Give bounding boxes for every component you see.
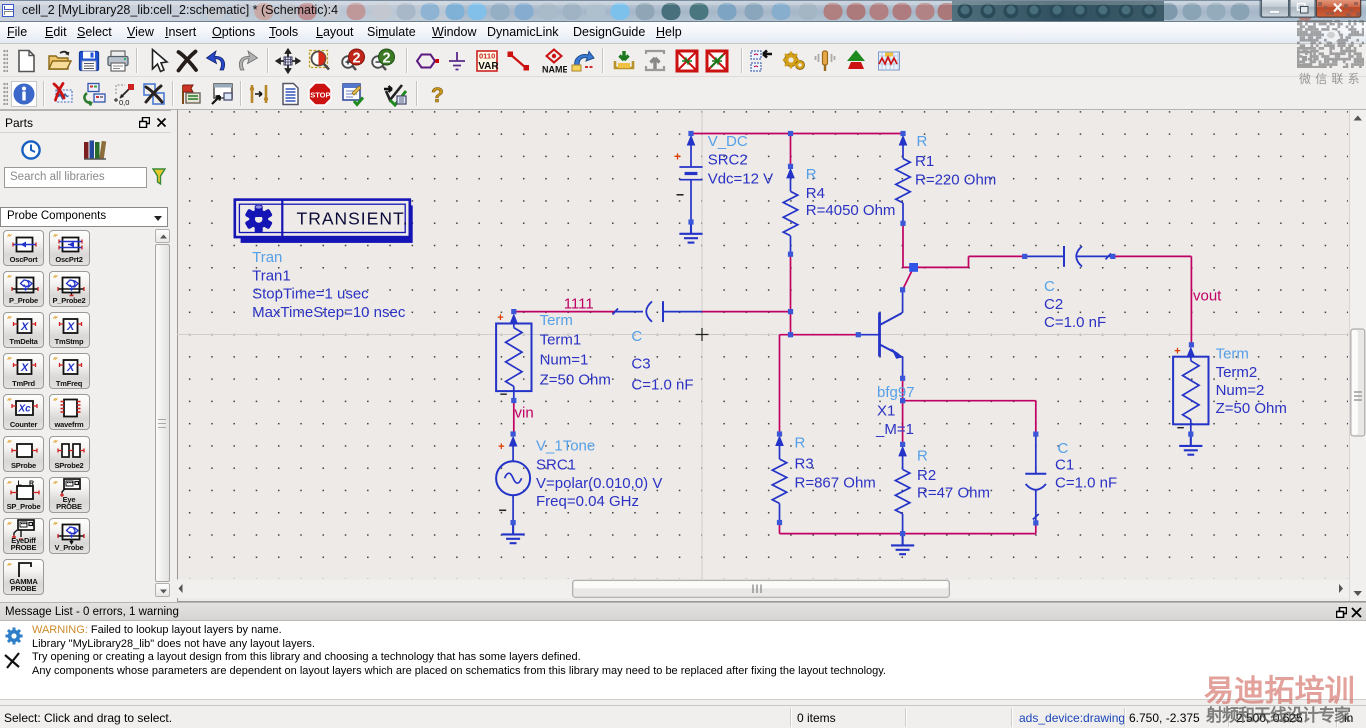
svg-text:Tran: Tran <box>252 249 282 266</box>
svg-text:−: − <box>499 502 507 518</box>
svg-text:R: R <box>917 133 928 150</box>
svg-text:X1: X1 <box>877 403 895 420</box>
svg-text:Tran1: Tran1 <box>252 267 291 284</box>
svg-text:C2: C2 <box>1044 296 1063 313</box>
svg-text:Term2: Term2 <box>1216 364 1258 381</box>
svg-text:R4: R4 <box>806 185 825 202</box>
svg-text:V_1Tone: V_1Tone <box>536 438 595 455</box>
svg-text:C3: C3 <box>631 356 650 373</box>
svg-text:Num=1: Num=1 <box>540 351 589 368</box>
svg-text:Vdc=12 V: Vdc=12 V <box>708 171 773 188</box>
svg-text:C=1.0 nF: C=1.0 nF <box>631 377 693 394</box>
svg-text:V_DC: V_DC <box>708 133 748 150</box>
svg-text:X: X <box>20 321 29 333</box>
svg-text:vout: vout <box>1193 288 1222 305</box>
svg-text:StopTime=1 usec: StopTime=1 usec <box>252 286 369 303</box>
svg-text:R: R <box>795 435 806 452</box>
svg-text:SRC1: SRC1 <box>536 457 576 474</box>
svg-text:Xc: Xc <box>18 404 32 415</box>
svg-text:R2: R2 <box>917 467 936 484</box>
svg-text:TRANSIENT.: TRANSIENT. <box>297 209 409 229</box>
svg-text:Freq=0.04 GHz: Freq=0.04 GHz <box>536 493 639 510</box>
svg-text:vin: vin <box>515 405 534 422</box>
svg-text:C: C <box>1058 440 1069 457</box>
svg-text:+: + <box>498 441 504 453</box>
svg-text:−: − <box>676 187 684 203</box>
svg-text:R=47 Ohm: R=47 Ohm <box>917 485 990 502</box>
svg-text:Term1: Term1 <box>540 331 582 348</box>
svg-text:X: X <box>66 321 75 333</box>
svg-text:bfg97: bfg97 <box>877 384 915 401</box>
svg-text:C1: C1 <box>1055 457 1074 474</box>
svg-text:Term: Term <box>1216 346 1249 363</box>
svg-text:C=1.0 nF: C=1.0 nF <box>1044 314 1106 331</box>
svg-text:Num=2: Num=2 <box>1216 382 1265 399</box>
svg-text:Z=50 Ohm: Z=50 Ohm <box>1216 400 1287 417</box>
svg-text:R3: R3 <box>795 456 814 473</box>
svg-text:R: R <box>29 480 34 487</box>
svg-text:1111: 1111 <box>564 295 594 312</box>
svg-text:R=867 Ohm: R=867 Ohm <box>795 474 876 491</box>
svg-text:SRC2: SRC2 <box>708 152 748 169</box>
svg-text:Term: Term <box>540 312 573 329</box>
svg-text:V=polar(0.010,0) V: V=polar(0.010,0) V <box>536 475 662 492</box>
svg-text:C=1.0 nF: C=1.0 nF <box>1055 474 1117 491</box>
svg-text:C: C <box>1044 278 1055 295</box>
svg-text:R: R <box>917 448 928 465</box>
svg-text:MaxTimeStep=10 nsec: MaxTimeStep=10 nsec <box>252 304 406 321</box>
svg-text:R=220 Ohm: R=220 Ohm <box>915 172 996 189</box>
svg-text:R1: R1 <box>915 153 934 170</box>
svg-text:R=4050 Ohm: R=4050 Ohm <box>806 202 896 219</box>
svg-text:Z=50 Ohm: Z=50 Ohm <box>540 372 611 389</box>
svg-text:C: C <box>631 328 642 345</box>
svg-text:+: + <box>674 150 681 164</box>
svg-text:R: R <box>806 166 817 183</box>
svg-text:X: X <box>20 362 29 374</box>
svg-text:L: L <box>18 480 23 487</box>
svg-text:_M=1: _M=1 <box>875 421 914 438</box>
svg-text:X: X <box>66 362 75 374</box>
